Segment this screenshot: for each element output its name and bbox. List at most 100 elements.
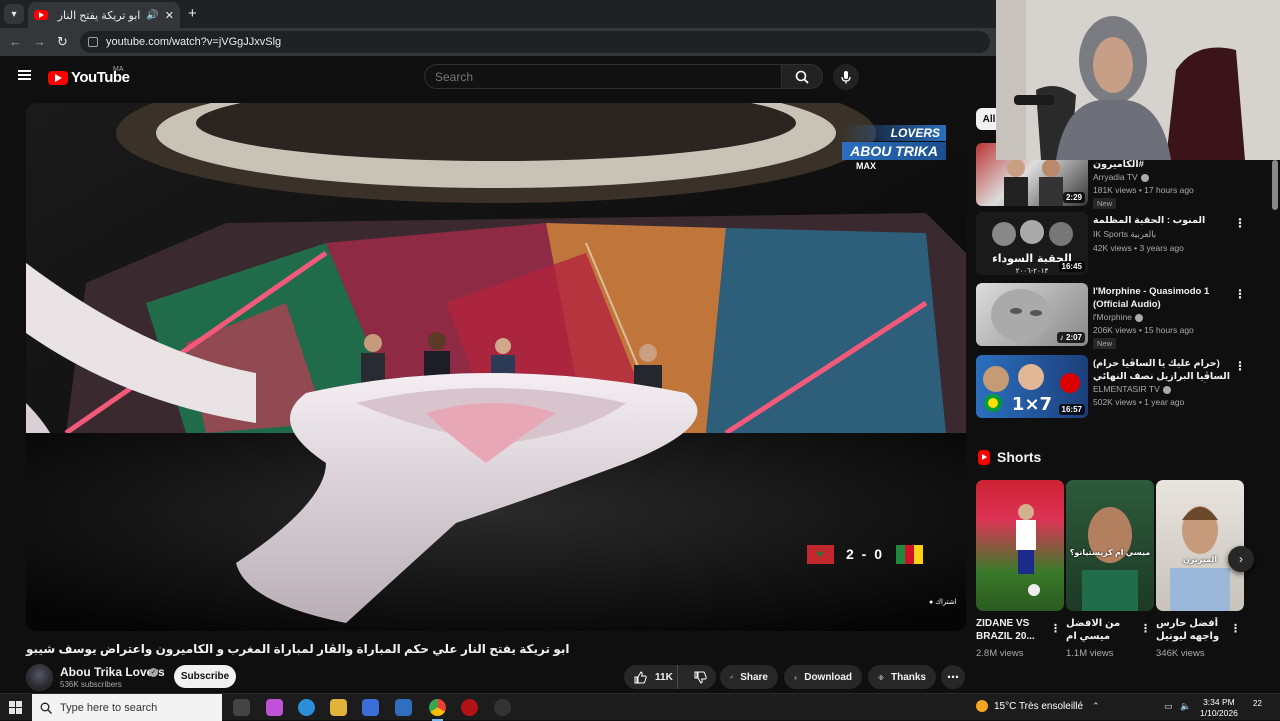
volume-icon[interactable]: 🔈 — [1180, 701, 1191, 712]
youtube-favicon-icon — [34, 10, 48, 20]
channel-name[interactable]: l'Morphine — [1093, 312, 1143, 322]
hamburger-menu-icon[interactable] — [18, 70, 31, 80]
short-menu-icon[interactable]: ⋮ — [1140, 622, 1151, 635]
site-info-icon[interactable] — [88, 37, 98, 47]
short-thumbnail[interactable] — [976, 480, 1064, 611]
url-text: youtube.com/watch?v=jVGgJJxvSlg — [106, 36, 282, 48]
download-button[interactable]: Download — [784, 665, 862, 689]
short-card[interactable]: ZIDANE VS BRAZIL 20... 2.8M views ⋮ — [976, 480, 1064, 659]
video-menu-icon[interactable]: ⋮ — [1234, 287, 1246, 301]
subscribe-watermark[interactable]: ● اشتراك — [929, 598, 957, 606]
shorts-icon — [978, 450, 990, 465]
scrollbar-thumb[interactable] — [1272, 160, 1278, 210]
short-card[interactable]: الميريزن أفضل حارس واجهه ليونيل ... 346K… — [1156, 480, 1244, 659]
browser-tab[interactable]: ابو تريكة يفتح النار علي حكم 🔊 ✕ — [28, 2, 180, 28]
thanks-button[interactable]: $ Thanks — [868, 665, 936, 689]
notification-badge[interactable]: 22 — [1253, 699, 1262, 708]
search-input[interactable] — [424, 64, 782, 89]
clock-time: 3:34 PM — [1203, 697, 1235, 707]
edge-icon[interactable] — [298, 699, 315, 716]
weather-widget[interactable]: 15°C Très ensoleillé — [976, 700, 1083, 712]
video-menu-icon[interactable]: ⋮ — [1234, 359, 1246, 373]
video-thumbnail[interactable]: 1×7 16:57 — [976, 355, 1088, 418]
subscriber-count: 536K subscribers — [60, 680, 122, 689]
thumbs-down-icon — [694, 671, 707, 684]
like-button[interactable]: 11K — [624, 665, 678, 689]
video-player[interactable]: LOVERS ABOU TRIKA MAX 2 - 0 ● اشتراك — [26, 103, 966, 631]
reload-icon[interactable]: ↻ — [57, 34, 68, 50]
copilot-icon[interactable] — [266, 699, 283, 716]
short-menu-icon[interactable]: ⋮ — [1230, 622, 1241, 635]
short-title[interactable]: ZIDANE VS BRAZIL 20... — [976, 617, 1048, 643]
short-thumbnail[interactable]: ميسي ام كريستيانو؟ — [1066, 480, 1154, 611]
obs-icon[interactable] — [461, 699, 478, 716]
close-icon[interactable]: ✕ — [165, 9, 174, 22]
video-thumbnail[interactable]: الحقبة السوداء ٢٠١٣-٢٠٠٦ 16:45 — [976, 212, 1088, 275]
video-title[interactable]: (حرام عليك يا الساڤيا حرام) الساڤيا البر… — [1093, 357, 1233, 383]
back-icon[interactable]: ← — [9, 34, 22, 49]
short-menu-icon[interactable]: ⋮ — [1050, 622, 1061, 635]
file-explorer-icon[interactable] — [330, 699, 347, 716]
short-title[interactable]: أفضل حارس واجهه ليونيل ... — [1156, 617, 1228, 643]
recommended-video[interactable]: 1×7 16:57 (حرام عليك يا الساڤيا حرام) ال… — [976, 355, 1266, 421]
network-icon[interactable]: ▭ — [1164, 701, 1173, 712]
video-title[interactable]: المنوب : الحقبة المظلمة — [1093, 214, 1233, 227]
tab-search-button[interactable]: ▾ — [4, 4, 24, 24]
video-meta: 502K views • 1 year ago — [1093, 397, 1185, 407]
windows-taskbar: Type here to search 15°C Très ensoleillé… — [0, 693, 1280, 721]
short-title[interactable]: من الافضل ميسي ام كرستيانو...؟ — [1066, 617, 1138, 643]
morocco-flag-icon — [807, 544, 834, 564]
task-view-icon[interactable] — [233, 699, 250, 716]
channel-avatar[interactable] — [26, 664, 53, 691]
subscribe-button[interactable]: Subscribe — [174, 665, 236, 688]
video-duration: 16:57 — [1058, 404, 1085, 415]
brand-top-text: LOVERS — [842, 125, 946, 141]
search-button[interactable] — [781, 64, 823, 89]
dislike-button[interactable] — [685, 665, 716, 689]
short-thumbnail[interactable]: الميريزن — [1156, 480, 1244, 611]
forward-icon[interactable]: → — [33, 34, 46, 49]
verified-icon — [1140, 173, 1149, 182]
channel-name[interactable]: ELMENTASIR TV — [1093, 384, 1171, 394]
video-thumbnail[interactable]: ♪ 2:07 — [976, 283, 1088, 346]
recommended-video[interactable]: ♪ 2:07 l'Morphine - Quasimodo 1 (Officia… — [976, 283, 1266, 349]
verified-icon — [1162, 385, 1171, 394]
chrome-icon[interactable] — [429, 699, 446, 721]
windows-start-icon[interactable] — [9, 701, 22, 714]
weather-text: 15°C Très ensoleillé — [994, 700, 1084, 712]
more-actions-button[interactable]: ⋯ — [941, 665, 965, 689]
country-code: MA — [113, 66, 124, 73]
share-icon — [730, 675, 734, 679]
share-label: Share — [740, 671, 768, 683]
search-icon — [795, 70, 809, 84]
address-bar[interactable]: youtube.com/watch?v=jVGgJJxvSlg — [80, 31, 990, 53]
chevron-up-icon[interactable]: ⌃ — [1092, 701, 1100, 712]
short-views: 1.1M views — [1066, 648, 1114, 659]
recommended-video[interactable]: الحقبة السوداء ٢٠١٣-٢٠٠٦ 16:45 المنوب : ا… — [976, 212, 1266, 278]
video-meta: 206K views • 15 hours ago — [1093, 325, 1194, 335]
voice-search-button[interactable] — [833, 64, 859, 90]
channel-name[interactable]: IK Sports بالعربية — [1093, 229, 1156, 240]
video-meta: 42K views • 3 years ago — [1093, 243, 1184, 253]
brand-main-text: ABOU TRIKA — [842, 142, 946, 160]
chevron-right-icon[interactable]: › — [1228, 546, 1254, 572]
short-views: 346K views — [1156, 648, 1205, 659]
short-card[interactable]: ميسي ام كريستيانو؟ من الافضل ميسي ام كرس… — [1066, 480, 1154, 659]
share-button[interactable]: Share — [720, 665, 778, 689]
video-title: ابو تريكة يفتح النار علي حكم المباراة وا… — [26, 642, 570, 656]
video-title[interactable]: l'Morphine - Quasimodo 1 (Official Audio… — [1093, 285, 1233, 311]
clock[interactable]: 3:34 PM 1/10/2026 — [1200, 697, 1238, 719]
taskbar-search[interactable]: Type here to search — [32, 694, 222, 721]
cameroon-flag-icon — [895, 544, 923, 564]
video-duration: 16:45 — [1058, 261, 1085, 272]
recorder-icon[interactable] — [494, 699, 511, 716]
channel-name[interactable]: Arryadia TV — [1093, 172, 1149, 182]
short-views: 2.8M views — [976, 648, 1024, 659]
mail-icon[interactable] — [395, 699, 412, 716]
new-tab-button[interactable]: + — [188, 5, 197, 22]
thumbnail-image — [1170, 506, 1230, 611]
thanks-dollar-icon: $ — [878, 674, 884, 680]
store-icon[interactable] — [362, 699, 379, 716]
speaker-icon[interactable]: 🔊 — [146, 10, 158, 21]
video-menu-icon[interactable]: ⋮ — [1234, 216, 1246, 230]
